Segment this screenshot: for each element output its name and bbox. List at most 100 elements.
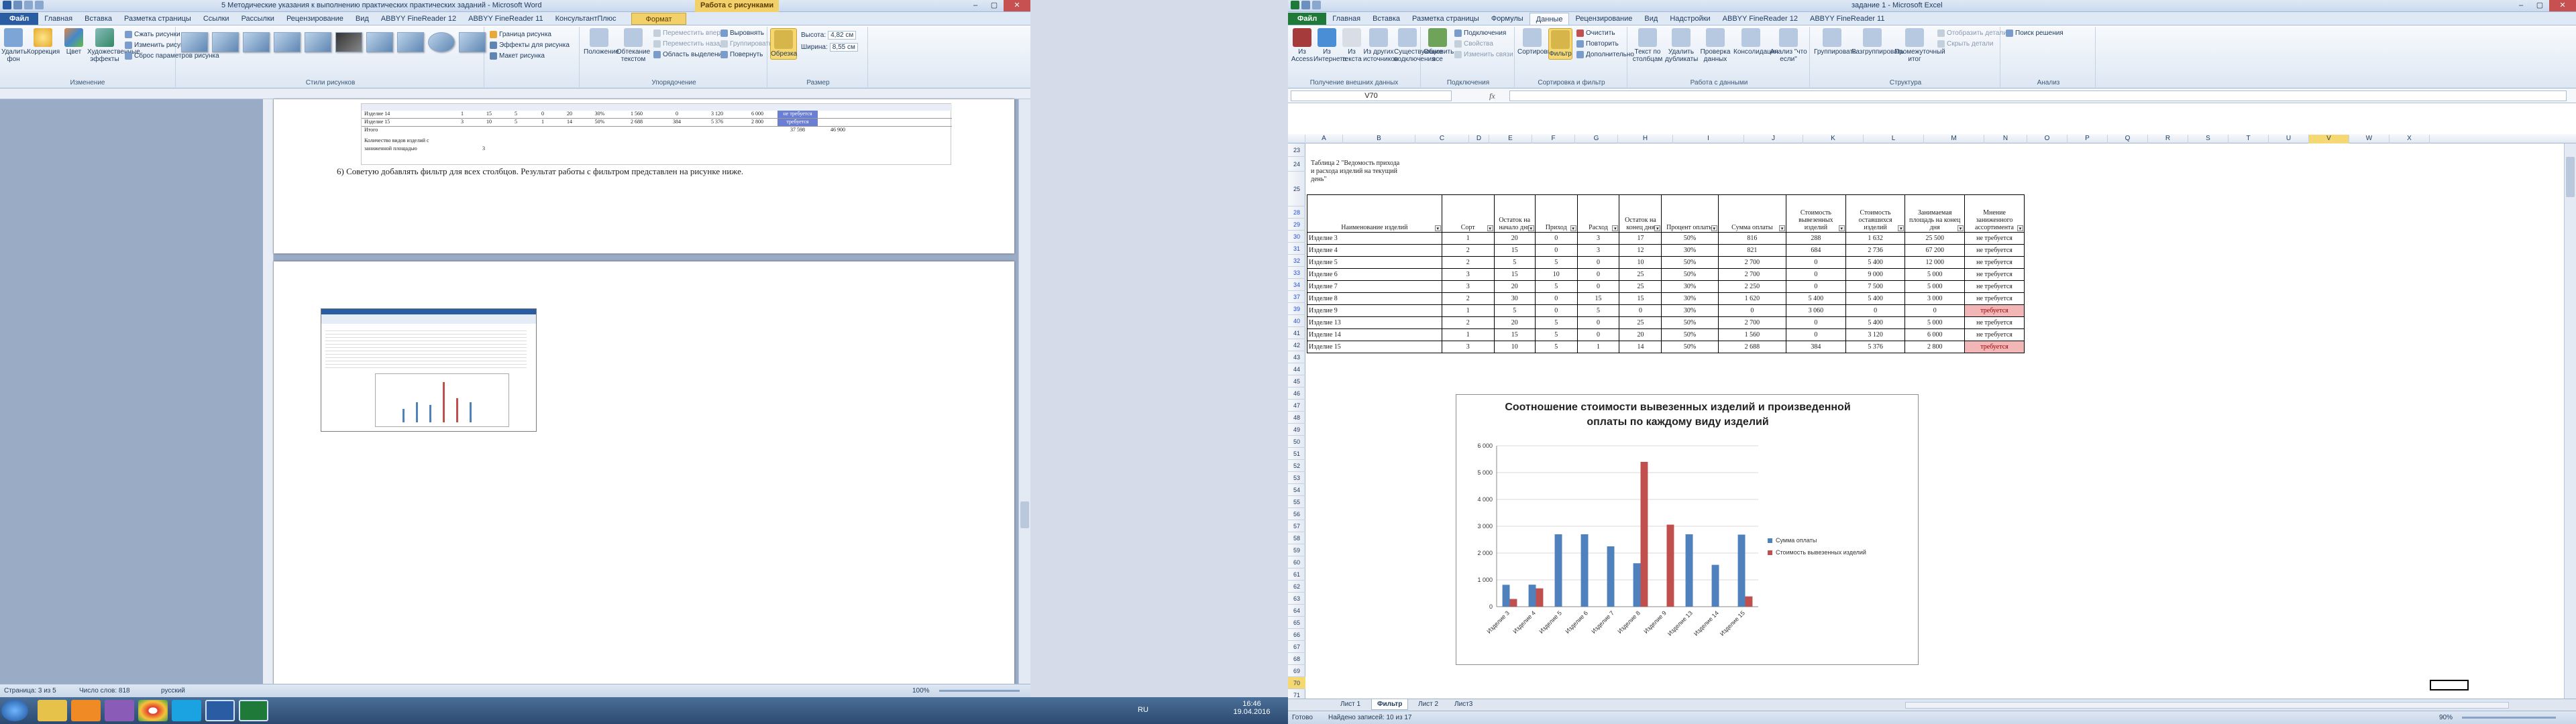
table-cell[interactable]: 25 bbox=[1619, 316, 1662, 329]
table-cell[interactable]: 20 bbox=[1493, 232, 1536, 245]
show-detail-button[interactable]: Отобразить детали bbox=[1937, 29, 2007, 37]
from-access-button[interactable]: Из Access bbox=[1291, 28, 1313, 63]
name-box[interactable]: V70 bbox=[1291, 90, 1452, 101]
tab-abbyy-12[interactable]: ABBYY FineReader 12 bbox=[375, 13, 462, 25]
artistic-effects-button[interactable]: Художественные эффекты bbox=[87, 28, 140, 63]
table-cell[interactable]: требуется bbox=[1964, 341, 2025, 353]
column-header-i[interactable]: I bbox=[1673, 135, 1744, 143]
formula-input[interactable] bbox=[1509, 90, 2567, 101]
picture-style-1[interactable] bbox=[181, 32, 208, 52]
excel-tab-addins[interactable]: Надстройки bbox=[1664, 13, 1716, 25]
text-to-columns-button[interactable]: Текст по столбцам bbox=[1631, 28, 1664, 63]
table-cell[interactable]: 10 bbox=[1619, 256, 1662, 269]
tab-page-layout[interactable]: Разметка страницы bbox=[118, 13, 197, 25]
table-cell[interactable]: 384 bbox=[1786, 341, 1846, 353]
row-header-59[interactable]: 59 bbox=[1288, 544, 1305, 556]
document-page-4[interactable] bbox=[274, 261, 1014, 684]
picture-style-6[interactable] bbox=[335, 32, 362, 52]
tab-references[interactable]: Ссылки bbox=[197, 13, 235, 25]
row-header-57[interactable]: 57 bbox=[1288, 520, 1305, 532]
table-cell[interactable]: 0 bbox=[1576, 268, 1620, 281]
table-cell[interactable]: 1 560 bbox=[1717, 328, 1787, 341]
table-cell[interactable]: 0 bbox=[1904, 304, 1966, 317]
row-header-70[interactable]: 70 bbox=[1288, 677, 1305, 689]
row-header-49[interactable]: 49 bbox=[1288, 424, 1305, 436]
column-header-u[interactable]: U bbox=[2269, 135, 2309, 143]
filter-dropdown-icon[interactable]: ▾ bbox=[1527, 225, 1534, 231]
sort-button[interactable]: Сортировка bbox=[1517, 28, 1554, 56]
table-cell[interactable]: 5 400 bbox=[1845, 316, 1906, 329]
column-header-m[interactable]: M bbox=[1924, 135, 1984, 143]
sheet-tab-filter[interactable]: Фильтр bbox=[1371, 699, 1409, 710]
table-cell[interactable]: 30% bbox=[1661, 292, 1719, 305]
table-cell[interactable]: 821 bbox=[1717, 244, 1787, 257]
row-header-55[interactable]: 55 bbox=[1288, 496, 1305, 508]
row-header-68[interactable]: 68 bbox=[1288, 653, 1305, 665]
filter-dropdown-icon[interactable]: ▾ bbox=[1654, 225, 1661, 231]
tab-mailings[interactable]: Рассылки bbox=[235, 13, 280, 25]
column-header-v[interactable]: V bbox=[2309, 135, 2349, 143]
table-cell[interactable]: не требуется bbox=[1964, 328, 2025, 341]
tab-view[interactable]: Вид bbox=[350, 13, 375, 25]
table-cell[interactable]: 1 bbox=[1576, 341, 1620, 353]
table-cell[interactable]: Изделие 6 bbox=[1307, 268, 1442, 281]
viber-taskbar-icon[interactable] bbox=[105, 700, 134, 721]
send-backward-button[interactable]: Переместить назад bbox=[653, 40, 724, 48]
table-cell[interactable]: 3 bbox=[1576, 232, 1620, 245]
language-switch[interactable]: RU bbox=[1138, 706, 1148, 714]
picture-style-9[interactable] bbox=[428, 32, 455, 52]
page-indicator[interactable]: Страница: 3 из 5 bbox=[4, 687, 56, 695]
table-cell[interactable]: 3 bbox=[1441, 341, 1495, 353]
row-header-62[interactable]: 62 bbox=[1288, 581, 1305, 593]
active-cell-v70[interactable] bbox=[2430, 680, 2469, 690]
sheet-tab-list2[interactable]: Лист 2 bbox=[1413, 699, 1444, 710]
width-input[interactable]: 8,55 см bbox=[829, 43, 858, 52]
edit-links-button[interactable]: Изменить связи bbox=[1454, 51, 1513, 58]
table-cell[interactable]: 1 bbox=[1441, 232, 1495, 245]
table-cell[interactable]: 0 bbox=[1576, 316, 1620, 329]
picture-style-5[interactable] bbox=[305, 32, 331, 52]
undo-icon[interactable] bbox=[24, 1, 33, 9]
chart-area[interactable]: Соотношение стоимости вывезенных изделий… bbox=[1456, 394, 1919, 665]
tab-insert[interactable]: Вставка bbox=[78, 13, 118, 25]
table-cell[interactable]: 0 bbox=[1534, 232, 1578, 245]
row-header-53[interactable]: 53 bbox=[1288, 472, 1305, 484]
excel-tab-file[interactable]: Файл bbox=[1288, 13, 1327, 25]
table-cell[interactable]: 10 bbox=[1534, 268, 1578, 281]
row-header-23[interactable]: 23 bbox=[1288, 143, 1305, 157]
row-header-34[interactable]: 34 bbox=[1288, 279, 1305, 291]
excel-taskbar-icon[interactable] bbox=[239, 700, 268, 721]
tab-home[interactable]: Главная bbox=[38, 13, 78, 25]
table-cell[interactable]: 5 400 bbox=[1786, 292, 1846, 305]
properties-button[interactable]: Свойства bbox=[1454, 40, 1493, 48]
column-header-g[interactable]: G bbox=[1575, 135, 1618, 143]
table-cell[interactable]: 50% bbox=[1661, 232, 1719, 245]
row-header-45[interactable]: 45 bbox=[1288, 375, 1305, 387]
table-cell[interactable]: 5 000 bbox=[1904, 316, 1966, 329]
table-cell[interactable]: 15 bbox=[1493, 268, 1536, 281]
zoom-slider[interactable] bbox=[939, 690, 1020, 692]
subtotal-button[interactable]: Промежуточный итог bbox=[1894, 28, 1945, 63]
table-cell[interactable]: Изделие 3 bbox=[1307, 232, 1442, 245]
table-cell[interactable]: 0 bbox=[1786, 316, 1846, 329]
excel-tab-data[interactable]: Данные bbox=[1529, 13, 1570, 25]
table-cell[interactable]: 15 bbox=[1576, 292, 1620, 305]
table-cell[interactable]: Изделие 14 bbox=[1307, 328, 1442, 341]
table-cell[interactable]: 25 bbox=[1619, 280, 1662, 293]
row-header-69[interactable]: 69 bbox=[1288, 665, 1305, 677]
table-cell[interactable]: 0 bbox=[1786, 256, 1846, 269]
table-cell[interactable]: 20 bbox=[1493, 280, 1536, 293]
picture-style-4[interactable] bbox=[274, 32, 301, 52]
filter-dropdown-icon[interactable]: ▾ bbox=[1838, 225, 1845, 231]
fx-icon[interactable]: fx bbox=[1489, 91, 1495, 101]
row-header-41[interactable]: 41 bbox=[1288, 327, 1305, 339]
excel-minimize-icon[interactable]: – bbox=[2512, 0, 2530, 11]
crop-button[interactable]: Обрезка bbox=[770, 28, 797, 60]
table-cell[interactable]: 0 bbox=[1576, 256, 1620, 269]
table-cell[interactable]: 0 bbox=[1534, 244, 1578, 257]
group-button[interactable]: Группировать bbox=[1814, 28, 1856, 56]
row-header-39[interactable]: 39 bbox=[1288, 303, 1305, 315]
table-cell[interactable]: не требуется bbox=[1964, 232, 2025, 245]
table-cell[interactable]: 2 bbox=[1441, 316, 1495, 329]
screenshot-picture[interactable] bbox=[321, 308, 537, 432]
